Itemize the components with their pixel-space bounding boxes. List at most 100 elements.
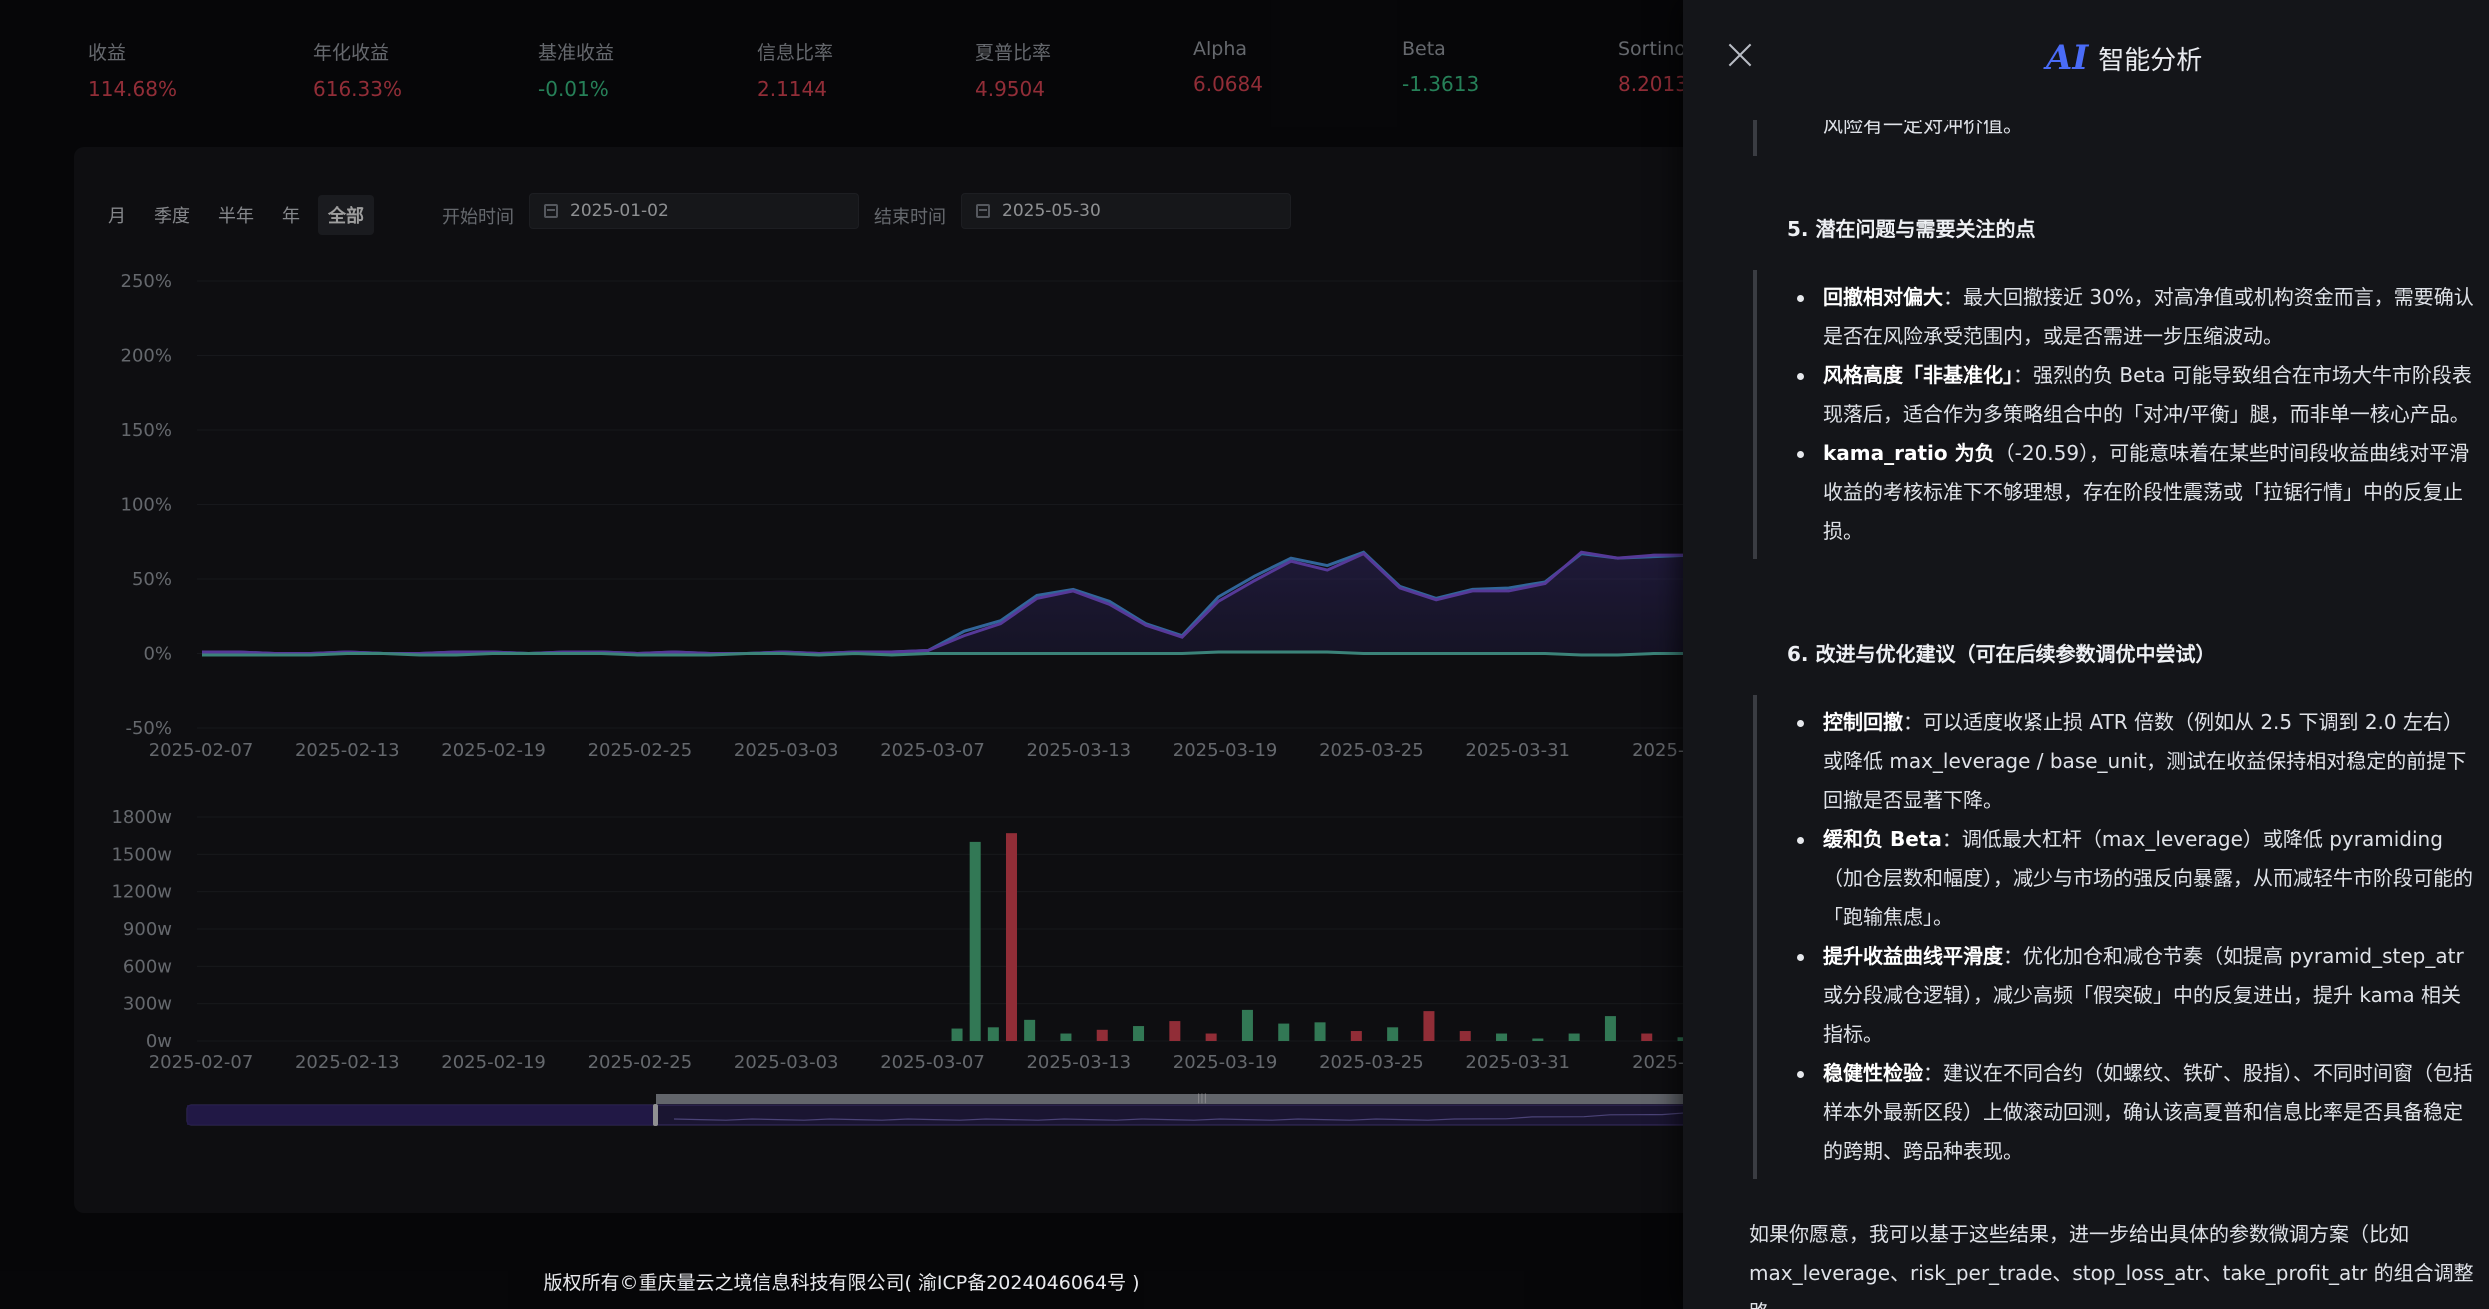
list-item: kama_ratio 为负（-20.59），可能意味着在某些时间段收益曲线对平滑… (1757, 434, 2489, 551)
x-tick-label: 2025-02-25 (588, 740, 693, 761)
volume-bar (1096, 1029, 1108, 1041)
stat-benchmark-return: 基准收益 -0.01% (538, 38, 614, 101)
stat-value: -0.01% (538, 77, 609, 101)
y-tick-label: 200% (121, 346, 172, 367)
y-tick-label: 300w (123, 994, 172, 1015)
stat-label: 夏普比率 (975, 42, 1052, 64)
list-item: 控制回撤：可以适度收紧止损 ATR 倍数（例如从 2.5 下调到 2.0 左右）… (1757, 703, 2489, 820)
volume-bar (1205, 1033, 1217, 1041)
x-tick-label: 2025-02-25 (588, 1052, 693, 1073)
y-tick-label: 600w (123, 956, 172, 977)
closing-paragraph: 如果你愿意，我可以基于这些结果，进一步给出具体的参数微调方案（比如 max_le… (1749, 1222, 2474, 1309)
zoom-slider-left-handle (653, 1104, 658, 1126)
zoom-slider-grip: ||| (1197, 1093, 1207, 1104)
stat-label: Alpha (1193, 38, 1248, 60)
section-5-heading: 5. 潜在问题与需要关注的点 (1787, 217, 2036, 241)
previous-block: 风险有一定对冲价值。 (1753, 120, 2489, 156)
stat-label: Beta (1402, 38, 1446, 60)
x-tick-label: 2025-02-07 (149, 740, 254, 761)
stat-value: 6.0684 (1193, 72, 1263, 96)
x-tick-label: 2025-03-07 (880, 740, 985, 761)
x-tick-label: 2025-02-13 (295, 740, 400, 761)
drawer-header: AI 智能分析 (1683, 0, 2489, 116)
stat-beta: Beta -1.3613 (1402, 38, 1479, 96)
stat-annual-return: 年化收益 616.33% (313, 38, 402, 101)
y-tick-label: 1500w (111, 844, 172, 865)
analysis-content[interactable]: 风险有一定对冲价值。 5. 潜在问题与需要关注的点 回撤相对偏大：最大回撤接近 … (1683, 120, 2489, 1309)
x-tick-label: 2025-02-19 (441, 740, 546, 761)
volume-bar (1005, 833, 1017, 1041)
volume-bar (1496, 1033, 1508, 1041)
section-5-list: 回撤相对偏大：最大回撤接近 30%，对高净值或机构资金而言，需要确认是否在风险承… (1753, 270, 2489, 559)
section-6-list: 控制回撤：可以适度收紧止损 ATR 倍数（例如从 2.5 下调到 2.0 左右）… (1753, 695, 2489, 1179)
stat-label: 信息比率 (757, 42, 834, 64)
x-tick-label: 2025-03-19 (1173, 740, 1278, 761)
x-tick-label: 2025-03-31 (1465, 1052, 1570, 1073)
stats-row: 收益 114.68% 年化收益 616.33% 基准收益 -0.01% 信息比率 2.1… (0, 38, 1693, 108)
x-tick-label: 2025-03-13 (1026, 1052, 1131, 1073)
y-tick-label: 50% (132, 569, 172, 590)
volume-bar (1459, 1031, 1471, 1041)
volume-bar (1387, 1027, 1399, 1041)
volume-bar (1423, 1011, 1435, 1041)
copyright-footer: 版权所有©重庆量云之境信息科技有限公司( 渝ICP备2024046064号 ) (543, 1272, 1140, 1294)
list-item: 缓和负 Beta：调低最大杠杆（max_leverage）或降低 pyramid… (1757, 820, 2489, 937)
y-tick-label: 1800w (111, 807, 172, 828)
y-tick-label: 100% (121, 495, 172, 516)
y-tick-label: 0w (146, 1031, 172, 1052)
volume-bar (1532, 1038, 1544, 1041)
volume-bar (1350, 1031, 1362, 1041)
stat-label: 收益 (88, 42, 127, 64)
zoom-slider-handle-bar (656, 1094, 1714, 1104)
stat-value: 616.33% (313, 77, 402, 101)
zoom-slider-unselected (187, 1105, 657, 1125)
volume-bar (951, 1028, 963, 1041)
section-6-heading: 6. 改进与优化建议（可在后续参数调优中尝试） (1787, 642, 2216, 666)
x-tick-label: 2025-03-25 (1319, 1052, 1424, 1073)
stat-label: 年化收益 (313, 42, 390, 64)
volume-bar (1241, 1009, 1253, 1041)
stat-value: 4.9504 (975, 77, 1045, 101)
stat-value: 114.68% (88, 77, 177, 101)
stat-label: 基准收益 (538, 42, 615, 64)
volume-bar (1169, 1021, 1181, 1041)
close-icon[interactable] (1725, 40, 1755, 70)
x-tick-label: 2025-02-13 (295, 1052, 400, 1073)
volume-bar (1133, 1026, 1145, 1041)
volume-bar (1641, 1033, 1653, 1041)
stat-sharpe: 夏普比率 4.9504 (975, 38, 1051, 101)
stat-value: 2.1144 (757, 77, 827, 101)
y-tick-label: 250% (121, 271, 172, 292)
list-item: 回撤相对偏大：最大回撤接近 30%，对高净值或机构资金而言，需要确认是否在风险承… (1757, 278, 2489, 356)
list-item: 风格高度「非基准化」：强烈的负 Beta 可能导致组合在市场大牛市阶段表现落后，… (1757, 356, 2489, 434)
drawer-title: AI 智能分析 (2046, 38, 2202, 78)
x-tick-label: 2025-02-19 (441, 1052, 546, 1073)
chart-card: 月 季度 半年 年 全部 开始时间 2025-01-02 结束时间 2025-0… (74, 147, 1714, 1213)
truncated-text: 风险有一定对冲价值。 (1823, 120, 2023, 137)
drawer-title-text: 智能分析 (2098, 45, 2203, 76)
y-tick-label: 900w (123, 919, 172, 940)
volume-bar (1568, 1033, 1580, 1041)
ai-analysis-drawer: AI 智能分析 风险有一定对冲价值。 5. 潜在问题与需要关注的点 回撤相对偏大… (1683, 0, 2489, 1309)
x-tick-label: 2025-03-19 (1173, 1052, 1278, 1073)
stat-value: -1.3613 (1402, 72, 1480, 96)
x-tick-label: 2025-03-03 (734, 740, 839, 761)
volume-bar (1060, 1033, 1072, 1041)
volume-bar (987, 1027, 999, 1041)
volume-bar (969, 841, 981, 1041)
stat-alpha: Alpha 6.0684 (1193, 38, 1263, 96)
stat-return: 收益 114.68% (88, 38, 177, 101)
chart-canvas: 250%200%150%100%50%0%-50%2025-02-07 2025-… (111, 271, 1714, 1126)
volume-bar (1278, 1023, 1290, 1041)
x-tick-label: 2025-03-13 (1026, 740, 1131, 761)
volume-bar (1604, 1016, 1616, 1041)
x-tick-label: 2025-03-25 (1319, 740, 1424, 761)
volume-bar (1314, 1022, 1326, 1041)
volume-bar (1024, 1019, 1036, 1041)
stat-info-ratio: 信息比率 2.1144 (757, 38, 833, 101)
x-tick-label: 2025-03-03 (734, 1052, 839, 1073)
y-tick-label: 1200w (111, 882, 172, 903)
y-tick-label: -50% (125, 718, 172, 739)
x-tick-label: 2025-02-07 (149, 1052, 254, 1073)
list-item: 提升收益曲线平滑度：优化加仓和减仓节奏（如提高 pyramid_step_atr… (1757, 937, 2489, 1054)
